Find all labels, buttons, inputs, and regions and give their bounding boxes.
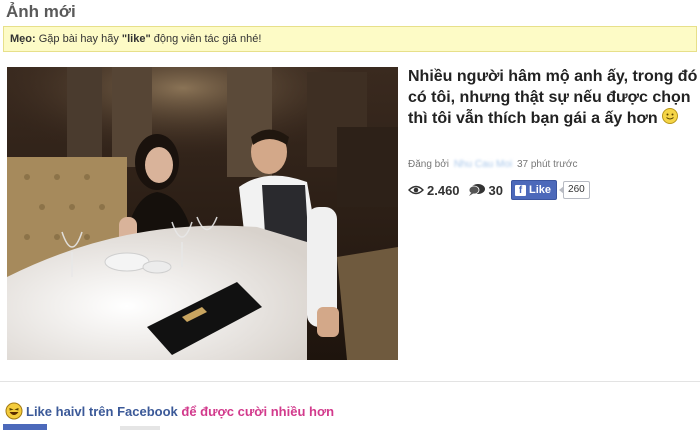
tip-highlight: "like" — [121, 33, 151, 45]
facebook-promo[interactable]: Like haivl trên Facebook để được cười nh… — [5, 402, 334, 420]
comments-count: 30 — [488, 182, 504, 198]
author-link[interactable]: Nhu Cau Moi — [454, 159, 512, 170]
post-title-text: Nhiều người hâm mộ anh ấy, trong đó có t… — [408, 68, 698, 127]
laughing-face-icon — [5, 402, 23, 420]
post-meta: Đăng bởi Nhu Cau Moi 37 phút trước — [408, 159, 577, 170]
facebook-widget-edge — [3, 424, 47, 430]
section-title: Ảnh mới — [6, 2, 76, 21]
facebook-icon: f — [515, 184, 527, 196]
tip-text-after: động viên tác giả nhé! — [150, 33, 262, 45]
eye-icon — [408, 185, 424, 195]
tip-label: Mẹo: — [10, 33, 36, 45]
promo-on: trên — [88, 403, 114, 419]
promo-tagline: để được cười nhiều hơn — [181, 403, 335, 419]
promo-like: Like — [26, 403, 53, 419]
promo-facebook: Facebook — [117, 403, 178, 419]
post-time: 37 phút trước — [516, 159, 578, 170]
smile-emoji-icon — [662, 108, 679, 124]
views-count: 2.460 — [427, 182, 460, 198]
post-title[interactable]: Nhiều người hâm mộ anh ấy, trong đó có t… — [408, 66, 698, 129]
tip-banner: Mẹo: Gặp bài hay hãy "like" động viên tá… — [3, 26, 697, 52]
promo-site: haivl — [55, 403, 86, 419]
views-stat: 2.460 — [408, 183, 460, 198]
post-image[interactable] — [7, 67, 398, 360]
like-button-label: Like — [529, 184, 552, 196]
comment-icon — [468, 184, 485, 196]
restaurant-photo — [7, 67, 398, 360]
divider — [0, 381, 700, 382]
facebook-like-button[interactable]: f Like — [511, 180, 558, 200]
tip-text-before: Gặp bài hay hãy — [38, 33, 122, 45]
posted-by-label: Đăng bởi — [408, 159, 450, 170]
comments-stat[interactable]: 30 — [468, 183, 503, 198]
widget-edge — [120, 426, 160, 430]
post-stats: 2.460 30 f Like 260 — [408, 180, 590, 200]
like-count-bubble: 260 — [559, 181, 590, 199]
